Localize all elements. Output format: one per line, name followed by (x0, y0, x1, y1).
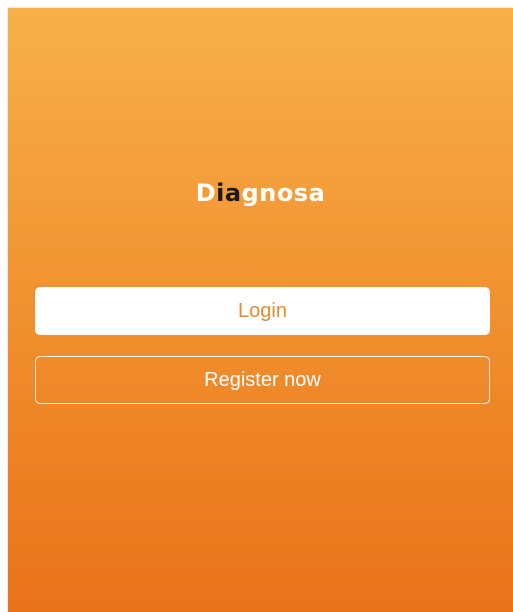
login-button-label: Login (238, 299, 287, 322)
app-title-part-3: gnosa (241, 179, 326, 207)
app-title: Diagnosa (8, 179, 513, 207)
login-button[interactable]: Login (35, 287, 490, 335)
register-button-label: Register now (204, 368, 321, 391)
app-title-part-1: D (195, 179, 217, 207)
app-screen: Diagnosa Login Register now (8, 8, 513, 612)
app-title-accent: ia (216, 179, 242, 207)
register-button[interactable]: Register now (35, 356, 490, 404)
